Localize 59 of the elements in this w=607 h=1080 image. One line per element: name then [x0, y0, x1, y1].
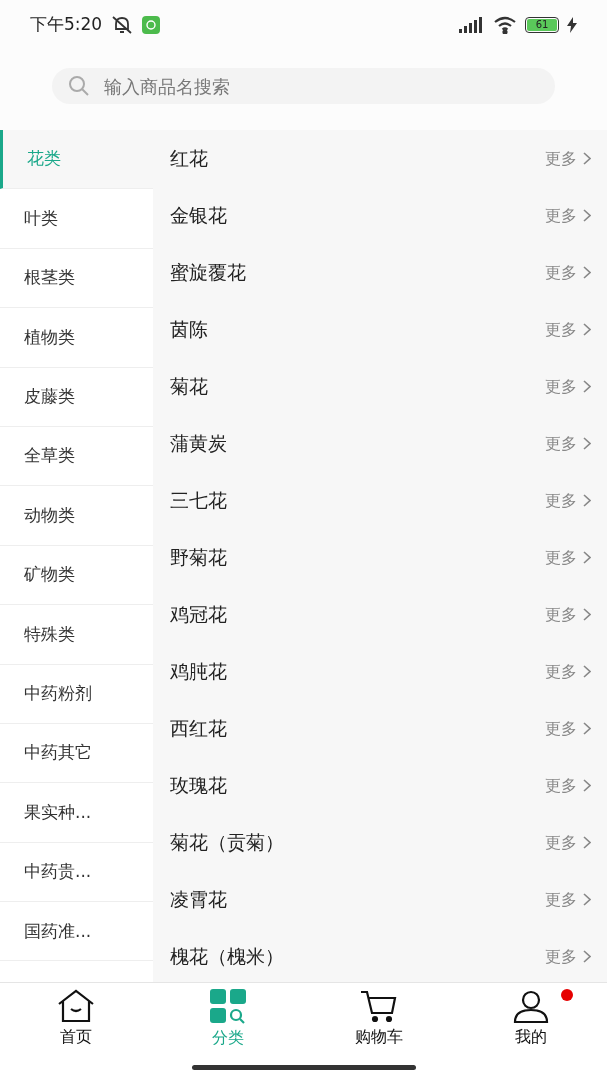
- chevron-right-icon: [583, 551, 591, 564]
- tab-item[interactable]: 首页: [0, 983, 152, 1055]
- product-name: 凌霄花: [170, 887, 227, 913]
- more-link[interactable]: 更多: [545, 431, 591, 456]
- chevron-right-icon: [583, 950, 591, 963]
- more-link[interactable]: 更多: [545, 773, 591, 798]
- category-item[interactable]: 花类: [0, 130, 153, 190]
- more-link[interactable]: 更多: [545, 146, 591, 171]
- more-link[interactable]: 更多: [545, 260, 591, 285]
- more-link[interactable]: 更多: [545, 317, 591, 342]
- chevron-right-icon: [583, 836, 591, 849]
- search-field[interactable]: 输入商品名搜索: [52, 68, 555, 104]
- grid-search-icon: [208, 988, 247, 1024]
- chevron-right-icon: [583, 779, 591, 792]
- chevron-right-icon: [583, 608, 591, 621]
- product-name: 野菊花: [170, 545, 227, 571]
- chevron-right-icon: [583, 722, 591, 735]
- product-name: 蒲黄炭: [170, 431, 227, 457]
- signal-icon: [459, 17, 485, 33]
- charging-icon: [567, 17, 577, 33]
- chevron-right-icon: [583, 437, 591, 450]
- chevron-right-icon: [583, 209, 591, 222]
- more-link[interactable]: 更多: [545, 830, 591, 855]
- product-name: 菊花: [170, 374, 208, 400]
- product-name: 茵陈: [170, 317, 208, 343]
- product-name: 菊花（贡菊）: [170, 830, 284, 856]
- product-name: 蜜旋覆花: [170, 260, 246, 286]
- product-name: 鸡肫花: [170, 659, 227, 685]
- chevron-right-icon: [583, 893, 591, 906]
- battery-indicator: 61: [525, 17, 559, 33]
- wifi-icon: [493, 16, 517, 34]
- status-time: 下午5:20: [30, 13, 103, 37]
- more-link[interactable]: 更多: [545, 374, 591, 399]
- product-name: 鸡冠花: [170, 602, 227, 628]
- more-link[interactable]: 更多: [545, 887, 591, 912]
- product-name: 金银花: [170, 203, 227, 229]
- chevron-right-icon: [583, 494, 591, 507]
- chevron-right-icon: [583, 665, 591, 678]
- search-icon: [68, 75, 90, 97]
- product-name: 三七花: [170, 488, 227, 514]
- chevron-right-icon: [583, 323, 591, 336]
- more-link[interactable]: 更多: [545, 203, 591, 228]
- more-link[interactable]: 更多: [545, 716, 591, 741]
- app-notification-icon: [142, 16, 161, 34]
- more-link[interactable]: 更多: [545, 488, 591, 513]
- more-link[interactable]: 更多: [545, 944, 591, 969]
- tab-item[interactable]: 我的: [455, 983, 607, 1055]
- tab-item[interactable]: 购物车: [303, 983, 456, 1055]
- product-name: 西红花: [170, 716, 227, 742]
- more-link[interactable]: 更多: [545, 602, 591, 627]
- product-name: 槐花（槐米）: [170, 944, 284, 970]
- product-name: 玫瑰花: [170, 773, 227, 799]
- more-link[interactable]: 更多: [545, 659, 591, 684]
- tab-item[interactable]: 分类: [151, 983, 304, 1055]
- chevron-right-icon: [583, 266, 591, 279]
- more-link[interactable]: 更多: [545, 545, 591, 570]
- chevron-right-icon: [583, 152, 591, 165]
- product-name: 红花: [170, 146, 208, 172]
- chevron-right-icon: [583, 380, 591, 393]
